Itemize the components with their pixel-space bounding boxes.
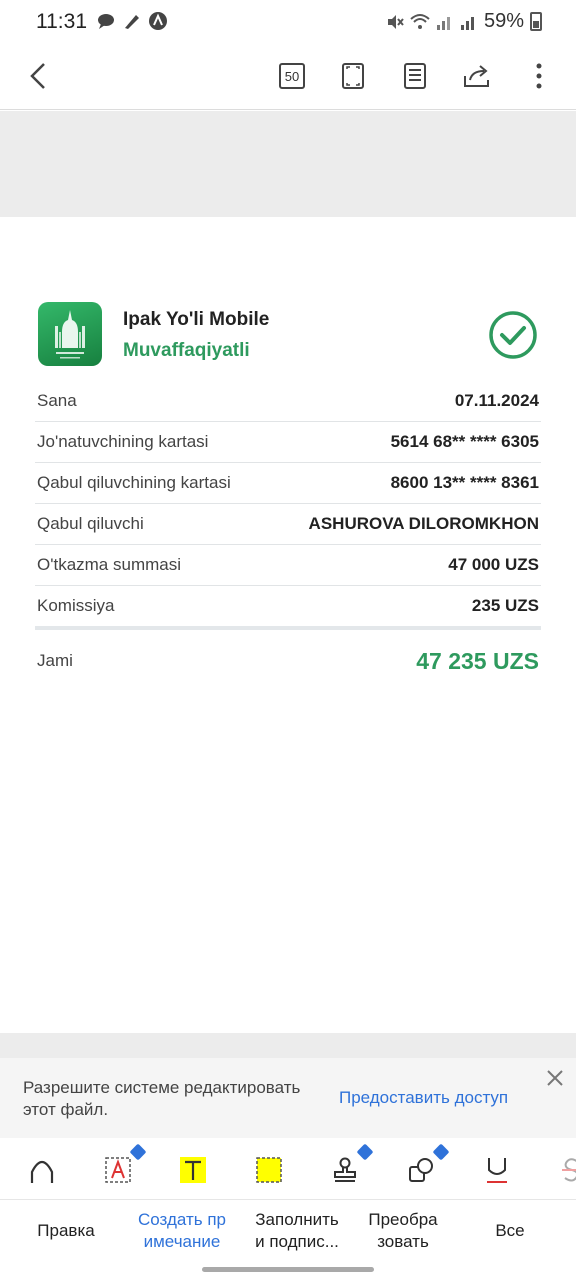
text-box-tool[interactable] (98, 1143, 147, 1190)
premium-badge-icon (356, 1143, 374, 1161)
success-check-icon (489, 311, 537, 359)
highlight-area-icon (256, 1157, 282, 1183)
detail-row-recipient-card: Qabul qiluvchining kartasi 8600 13** ***… (35, 463, 541, 504)
page-count-button[interactable]: 50 (274, 58, 310, 94)
transfer-status: Muvaffaqiyatli (123, 340, 250, 361)
document-margin (0, 111, 576, 217)
back-arrow-icon (30, 63, 45, 89)
close-icon[interactable] (544, 1067, 566, 1089)
detail-row-commission: Komissiya 235 UZS (35, 586, 541, 630)
back-button[interactable] (20, 58, 56, 94)
status-bar: 11:31 59% (0, 0, 576, 44)
tab-fill-and-sign[interactable]: Заполнить и подпис... (244, 1209, 350, 1253)
detail-label: O'tkazma summasi (37, 555, 181, 574)
mute-icon (387, 14, 404, 29)
top-toolbar: 50 (0, 44, 576, 110)
detail-label: Komissiya (37, 596, 115, 615)
detail-row-amount: O'tkazma summasi 47 000 UZS (35, 545, 541, 586)
more-options-button[interactable] (521, 58, 557, 94)
ink-pen-icon (30, 1160, 54, 1183)
detail-value: 07.11.2024 (454, 391, 539, 410)
page-count: 50 (279, 63, 305, 89)
share-icon (464, 65, 489, 87)
reading-mode-icon (404, 63, 426, 89)
shapes-icon (409, 1158, 433, 1182)
detail-value: 47 000 UZS (448, 555, 539, 574)
detail-label: Sana (37, 391, 77, 410)
receipt-card: Ipak Yo'li Mobile Muvaffaqiyatli Sana 07… (35, 302, 541, 692)
highlight-area-tool[interactable] (249, 1150, 289, 1190)
share-button[interactable] (459, 58, 495, 94)
app-name: Ipak Yo'li Mobile (123, 309, 270, 330)
battery-icon (530, 12, 542, 31)
tab-all[interactable]: Все (470, 1220, 550, 1242)
signal-icon (436, 16, 450, 30)
detail-row-recipient: Qabul qiluvchi ASHUROVA DILOROMKHON (35, 504, 541, 545)
permission-banner: Разрешите системе редактировать этот фай… (0, 1058, 576, 1138)
highlight-text-icon (180, 1157, 206, 1183)
premium-badge-icon (432, 1143, 450, 1161)
shapes-tool[interactable] (401, 1143, 450, 1190)
detail-label: Qabul qiluvchi (37, 514, 144, 533)
tab-convert[interactable]: Преобра зовать (356, 1209, 450, 1253)
app-badge-icon (149, 12, 167, 30)
status-right: 59% (386, 10, 542, 33)
battery-percent: 59% (483, 10, 524, 32)
ink-tool[interactable] (22, 1150, 62, 1190)
tab-create-comment[interactable]: Создать пр имечание (126, 1209, 238, 1253)
fit-screen-button[interactable] (335, 58, 371, 94)
detail-value: 8600 13** **** 8361 (390, 473, 539, 492)
document-margin-bottom (0, 1033, 576, 1058)
notification-icons (96, 11, 168, 31)
detail-value: 235 UZS (471, 596, 539, 615)
tab-edit[interactable]: Правка (16, 1220, 116, 1242)
stamp-icon (334, 1157, 356, 1182)
fit-screen-icon (342, 63, 364, 89)
app-logo (38, 302, 102, 366)
strikethrough-tool[interactable] (552, 1150, 576, 1190)
pen-tool-icon (125, 15, 139, 29)
receipt-details: Sana 07.11.2024 Jo'natuvchining kartasi … (35, 381, 541, 630)
detail-label: Qabul qiluvchining kartasi (37, 473, 231, 492)
total-value: 47 235 UZS (416, 647, 539, 674)
mosque-logo-icon (55, 310, 85, 359)
detail-value: 5614 68** **** 6305 (390, 432, 539, 451)
detail-label: Jo'natuvchining kartasi (37, 432, 209, 451)
total-row: Jami 47 235 UZS (35, 630, 541, 692)
receipt-header: Ipak Yo'li Mobile Muvaffaqiyatli (35, 302, 541, 368)
detail-row-sender-card: Jo'natuvchining kartasi 5614 68** **** 6… (35, 422, 541, 463)
strikethrough-icon (562, 1158, 576, 1182)
status-time: 11:31 (36, 10, 87, 33)
grant-access-link[interactable]: Предоставить доступ (339, 1088, 508, 1108)
detail-value: ASHUROVA DILOROMKHON (308, 514, 539, 533)
detail-row-date: Sana 07.11.2024 (35, 381, 541, 422)
highlight-text-tool[interactable] (173, 1150, 213, 1190)
text-box-icon (105, 1157, 131, 1183)
premium-badge-icon (129, 1143, 147, 1161)
more-vertical-icon (536, 63, 542, 89)
banner-message: Разрешите системе редактировать этот фай… (23, 1078, 301, 1119)
stamp-tool[interactable] (325, 1143, 374, 1190)
annotation-tools (0, 1138, 576, 1200)
signal-icon-2 (460, 16, 474, 30)
underline-tool[interactable] (477, 1150, 517, 1190)
chat-bubble-icon (98, 14, 114, 29)
home-indicator[interactable] (202, 1267, 374, 1272)
total-label: Jami (37, 651, 73, 670)
underline-icon (487, 1158, 507, 1183)
view-mode-button[interactable] (397, 58, 433, 94)
wifi-icon (410, 13, 430, 29)
